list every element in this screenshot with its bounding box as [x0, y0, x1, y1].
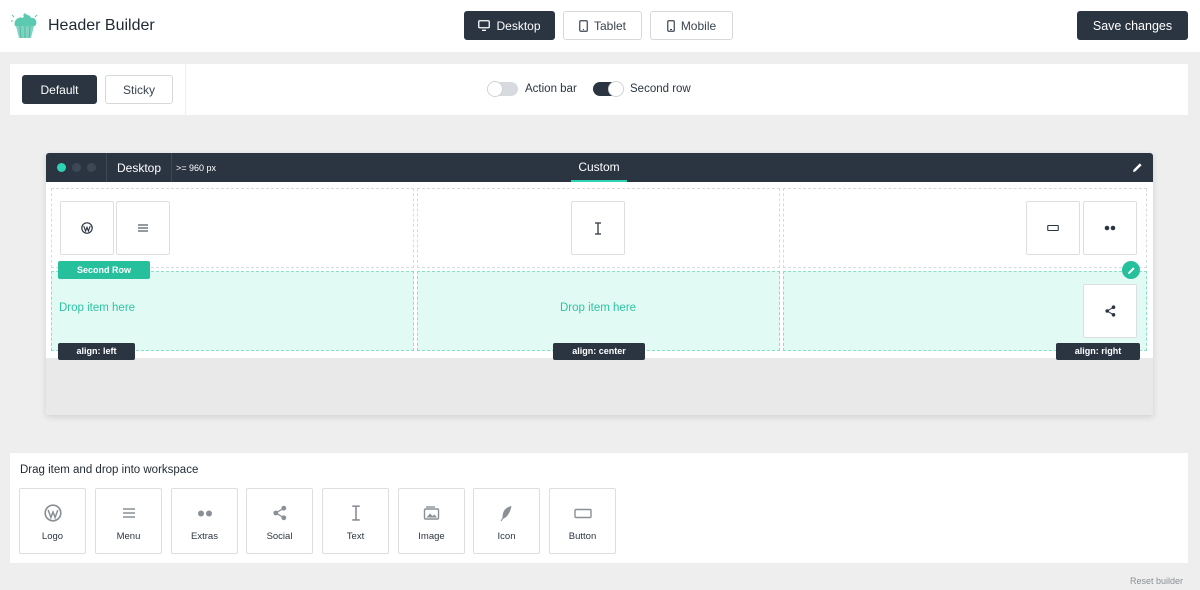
palette-hint: Drag item and drop into workspace: [20, 464, 199, 476]
palette-icon[interactable]: Icon: [473, 488, 540, 554]
toolbar-divider: [171, 153, 172, 182]
button-icon: [573, 508, 592, 518]
palette-image[interactable]: Image: [398, 488, 465, 554]
feather-icon: [500, 505, 512, 521]
menu-icon: [122, 508, 135, 518]
window-dot: [87, 163, 96, 172]
wordpress-icon: [43, 504, 62, 522]
reset-builder-link[interactable]: Reset builder: [1130, 576, 1183, 586]
second-row-toggle[interactable]: [593, 81, 624, 97]
drop-hint-left: Drop item here: [59, 302, 136, 314]
palette-extras-label: Extras: [191, 531, 218, 542]
palette-social-label: Social: [266, 531, 293, 542]
wordpress-icon: [81, 222, 93, 234]
action-bar-label: Action bar: [525, 83, 577, 95]
menu-item[interactable]: [116, 201, 170, 255]
app-title: Header Builder: [48, 17, 155, 34]
edit-second-row-button[interactable]: [1122, 261, 1140, 279]
palette-social[interactable]: Social: [246, 488, 313, 554]
palette-logo[interactable]: Logo: [19, 488, 86, 554]
palette-image-label: Image: [418, 531, 445, 542]
button-icon: [1047, 224, 1059, 232]
second-row-tag: Second Row: [58, 261, 150, 279]
canvas-device-label: Desktop: [117, 161, 162, 175]
second-row-label: Second row: [630, 83, 691, 95]
tablet-icon: [579, 19, 588, 32]
logo-item[interactable]: [60, 201, 114, 255]
toggle-knob: [487, 81, 503, 97]
align-left-tag[interactable]: align: left: [58, 343, 135, 360]
palette-menu[interactable]: Menu: [95, 488, 162, 554]
drop-hint-center: Drop item here: [560, 302, 637, 314]
social-item[interactable]: [1083, 284, 1137, 338]
desktop-button[interactable]: Desktop: [464, 11, 555, 40]
extras-icon: [1104, 225, 1116, 231]
toggle-knob: [608, 81, 624, 97]
align-right-tag[interactable]: align: right: [1056, 343, 1140, 360]
action-bar-toggle-group: Action bar: [487, 81, 577, 97]
text-item[interactable]: [571, 201, 625, 255]
palette-logo-label: Logo: [41, 531, 64, 542]
brand: Header Builder: [10, 12, 155, 40]
extras-item[interactable]: [1083, 201, 1137, 255]
mobile-icon: [666, 19, 675, 32]
menu-icon: [138, 224, 148, 232]
palette-button[interactable]: Button: [549, 488, 616, 554]
palette-extras[interactable]: Extras: [171, 488, 238, 554]
pencil-icon[interactable]: [1132, 162, 1143, 173]
items-palette: Drag item and drop into workspace Logo M…: [10, 453, 1188, 563]
button-item[interactable]: [1026, 201, 1080, 255]
canvas-toolbar: Desktop >= 960 px Custom: [46, 153, 1153, 182]
palette-icon-label: Icon: [497, 531, 516, 542]
palette-menu-label: Menu: [116, 531, 141, 542]
device-switcher: Desktop Tablet Mobile: [464, 11, 733, 40]
second-row-toggle-group: Second row: [593, 81, 691, 97]
palette-button-label: Button: [568, 531, 597, 542]
pencil-icon: [1127, 266, 1135, 274]
top-bar: Header Builder Desktop Tablet Mobile Sav…: [0, 0, 1200, 52]
breakpoint-label: >= 960 px: [176, 163, 217, 173]
cupcake-logo-icon: [11, 13, 38, 39]
mobile-label: Mobile: [680, 18, 717, 33]
window-dot: [72, 163, 81, 172]
palette-text-label: Text: [346, 531, 365, 542]
tablet-button[interactable]: Tablet: [563, 11, 642, 40]
panel-divider: [185, 64, 186, 115]
monitor-icon: [478, 20, 491, 31]
text-cursor-icon: [351, 505, 360, 521]
desktop-label: Desktop: [496, 18, 541, 33]
image-icon: [423, 505, 440, 520]
palette-text[interactable]: Text: [322, 488, 389, 554]
align-center-tag[interactable]: align: center: [553, 343, 645, 360]
tab-custom[interactable]: Custom: [571, 153, 627, 182]
mode-panel: Default Sticky Action bar Second row: [10, 64, 1188, 115]
default-mode-button[interactable]: Default: [22, 75, 97, 104]
mobile-button[interactable]: Mobile: [650, 11, 733, 40]
tablet-label: Tablet: [593, 18, 627, 33]
save-changes-button[interactable]: Save changes: [1077, 11, 1188, 40]
extras-icon: [197, 510, 212, 516]
toolbar-divider: [106, 153, 107, 182]
sticky-mode-button[interactable]: Sticky: [105, 75, 173, 104]
window-dot-active: [57, 163, 66, 172]
share-icon: [272, 505, 286, 521]
text-cursor-icon: [595, 221, 601, 235]
share-icon: [1104, 305, 1115, 317]
action-bar-toggle[interactable]: [487, 81, 518, 97]
